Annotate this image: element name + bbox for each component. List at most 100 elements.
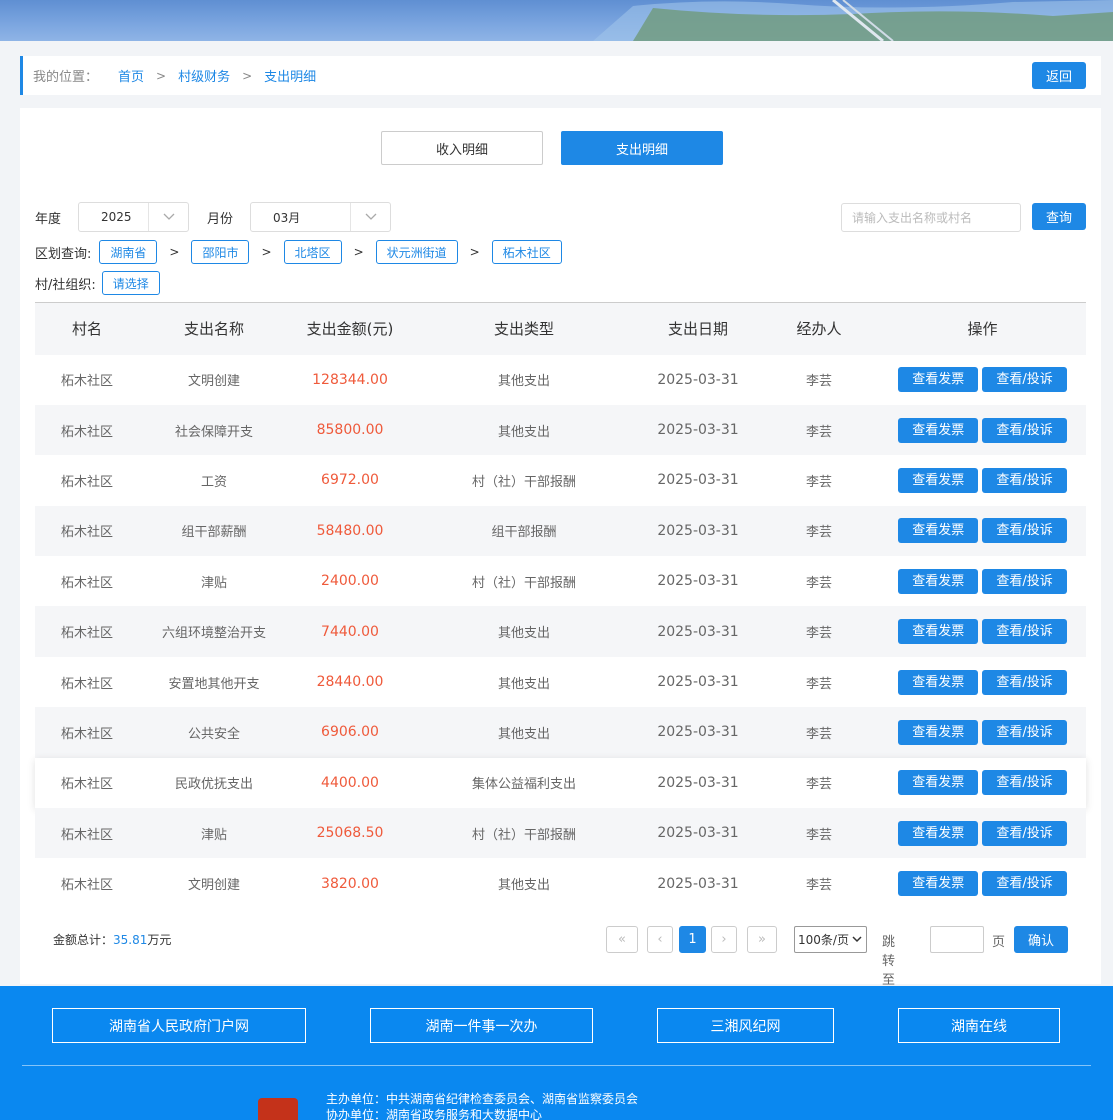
cell-actions: 查看发票 查看/投诉 (879, 405, 1086, 455)
view-complaint-button[interactable]: 查看/投诉 (982, 467, 1067, 493)
jump-label: 跳转至 (882, 935, 896, 988)
cell-date: 2025-03-31 (657, 875, 739, 892)
view-complaint-button[interactable]: 查看/投诉 (982, 820, 1067, 846)
prev-page-button[interactable]: ‹ (647, 926, 673, 953)
region-chip-city[interactable]: 邵阳市 (191, 240, 250, 264)
table-row: 柘木社区 文明创建 128344.00 其他支出 2025-03-31 李芸 查看发票 查看/… (35, 354, 1086, 405)
search-input[interactable]: 请输入支出名称或村名 (841, 203, 1021, 232)
cell-type: 村（社）干部报酬 (471, 575, 576, 591)
breadcrumb-separator: > (242, 68, 253, 83)
cell-village: 柘木社区 (60, 474, 113, 490)
tab-income-detail[interactable]: 收入明细 (381, 131, 543, 165)
jump-page-input[interactable] (930, 926, 984, 953)
header-village: 村名 (71, 320, 102, 339)
cell-amount: 2400.00 (321, 573, 379, 590)
next-page-button[interactable]: › (711, 926, 737, 953)
first-page-button[interactable]: « (606, 926, 638, 953)
region-filter: 区划查询: 湖南省 > 邵阳市 > 北塔区 > 状元洲街道 > 柘木社区 (35, 240, 562, 264)
last-page-button[interactable]: » (747, 926, 777, 953)
view-invoice-button[interactable]: 查看发票 (898, 770, 979, 796)
region-separator: > (169, 245, 180, 259)
cell-date: 2025-03-31 (657, 674, 739, 691)
chevron-down-icon (350, 203, 390, 231)
view-invoice-button[interactable]: 查看发票 (898, 669, 979, 695)
cell-date: 2025-03-31 (657, 724, 739, 741)
cell-village: 柘木社区 (60, 626, 113, 642)
header-amount: 支出金额(元) (306, 320, 394, 339)
view-invoice-button[interactable]: 查看发票 (898, 619, 979, 645)
year-select[interactable]: 2025 (78, 202, 189, 232)
region-chip-district[interactable]: 北塔区 (283, 240, 342, 264)
view-complaint-button[interactable]: 查看/投诉 (982, 719, 1067, 745)
cell-village: 柘木社区 (60, 777, 113, 793)
table-row: 柘木社区 社会保障开支 85800.00 其他支出 2025-03-31 李芸 查看发票 查看… (35, 404, 1086, 456)
view-invoice-button[interactable]: 查看发票 (898, 518, 979, 544)
cell-actions: 查看发票 查看/投诉 (879, 606, 1086, 656)
page-size-select[interactable]: 100条/页 (794, 926, 867, 953)
view-complaint-button[interactable]: 查看/投诉 (982, 619, 1067, 645)
region-separator: > (353, 245, 364, 259)
page-size-value: 100条/页 (798, 933, 849, 947)
tab-expense-detail[interactable]: 支出明细 (561, 131, 723, 165)
month-select[interactable]: 03月 (250, 202, 391, 232)
cell-amount: 58480.00 (316, 522, 384, 539)
view-complaint-button[interactable]: 查看/投诉 (982, 417, 1067, 443)
amount-total: 金额总计：35.81万元 (53, 931, 171, 948)
header-expense-name: 支出名称 (183, 320, 244, 339)
table-row: 柘木社区 工资 6972.00 村（社）干部报酬 2025-03-31 李芸 查看发票 查看/… (35, 455, 1086, 506)
cell-expense-name: 民政优抚支出 (174, 777, 253, 793)
page-button-current[interactable]: 1 (679, 926, 706, 953)
cell-type: 村（社）干部报酬 (471, 827, 576, 843)
view-invoice-button[interactable]: 查看发票 (898, 719, 979, 745)
breadcrumb-home[interactable]: 首页 (118, 66, 144, 85)
cell-type: 其他支出 (497, 726, 550, 742)
view-invoice-button[interactable]: 查看发票 (898, 820, 979, 846)
region-separator: > (261, 245, 272, 259)
month-select-value: 03月 (273, 210, 301, 225)
table-row: 柘木社区 民政优抚支出 4400.00 集体公益福利支出 2025-03-31 李芸 查看发… (35, 757, 1086, 809)
cell-expense-name: 文明创建 (187, 878, 240, 894)
back-button[interactable]: 返回 (1032, 62, 1086, 89)
view-invoice-button[interactable]: 查看发票 (898, 467, 979, 493)
cell-handler: 李芸 (805, 424, 832, 440)
breadcrumb: 我的位置： 首页 > 村级财务 > 支出明细 返回 (20, 56, 1101, 95)
table-row: 柘木社区 安置地其他开支 28440.00 其他支出 2025-03-31 李芸 查看发票查… (35, 656, 1086, 708)
cell-village: 柘木社区 (60, 525, 113, 541)
region-chip-street[interactable]: 状元洲街道 (375, 240, 458, 264)
jump-confirm-button[interactable]: 确认 (1014, 926, 1068, 953)
region-chip-province[interactable]: 湖南省 (99, 240, 158, 264)
view-complaint-button[interactable]: 查看/投诉 (982, 871, 1067, 897)
org-select[interactable]: 请选择 (101, 271, 160, 295)
view-invoice-button[interactable]: 查看发票 (898, 367, 979, 393)
header-type: 支出类型 (493, 320, 554, 339)
cell-village: 柘木社区 (60, 726, 113, 742)
view-invoice-button[interactable]: 查看发票 (898, 417, 979, 443)
view-invoice-button[interactable]: 查看发票 (898, 871, 979, 897)
query-button[interactable]: 查询 (1032, 203, 1086, 230)
table-row: 柘木社区 六组环境整治开支 7440.00 其他支出 2025-03-31 李芸 查看发票查… (35, 606, 1086, 657)
region-separator: > (469, 245, 480, 259)
view-complaint-button[interactable]: 查看/投诉 (982, 669, 1067, 695)
page-unit-label: 页 (992, 935, 1006, 950)
view-invoice-button[interactable]: 查看发票 (898, 568, 979, 594)
breadcrumb-expense-detail[interactable]: 支出明细 (264, 66, 316, 85)
breadcrumb-village-finance[interactable]: 村级财务 (178, 66, 230, 85)
cell-handler: 李芸 (805, 575, 832, 591)
cell-type: 集体公益福利支出 (471, 777, 576, 793)
footer-link-gov-portal[interactable]: 湖南省人民政府门户网 (52, 1008, 306, 1043)
footer-link-one-thing[interactable]: 湖南一件事一次办 (370, 1008, 593, 1043)
header-banner (0, 0, 1113, 41)
footer-link-sanxiang[interactable]: 三湘风纪网 (657, 1008, 834, 1043)
view-complaint-button[interactable]: 查看/投诉 (982, 518, 1067, 544)
cell-handler: 李芸 (805, 474, 832, 490)
cell-amount: 85800.00 (316, 422, 384, 439)
cell-date: 2025-03-31 (657, 573, 739, 590)
view-complaint-button[interactable]: 查看/投诉 (982, 770, 1067, 796)
cell-expense-name: 津贴 (200, 575, 227, 591)
view-complaint-button[interactable]: 查看/投诉 (982, 367, 1067, 393)
landscape-illustration (593, 0, 1113, 41)
cell-actions: 查看发票 查看/投诉 (879, 355, 1086, 405)
footer-link-hunan-online[interactable]: 湖南在线 (898, 1008, 1060, 1043)
view-complaint-button[interactable]: 查看/投诉 (982, 568, 1067, 594)
region-chip-community[interactable]: 柘木社区 (491, 240, 562, 264)
